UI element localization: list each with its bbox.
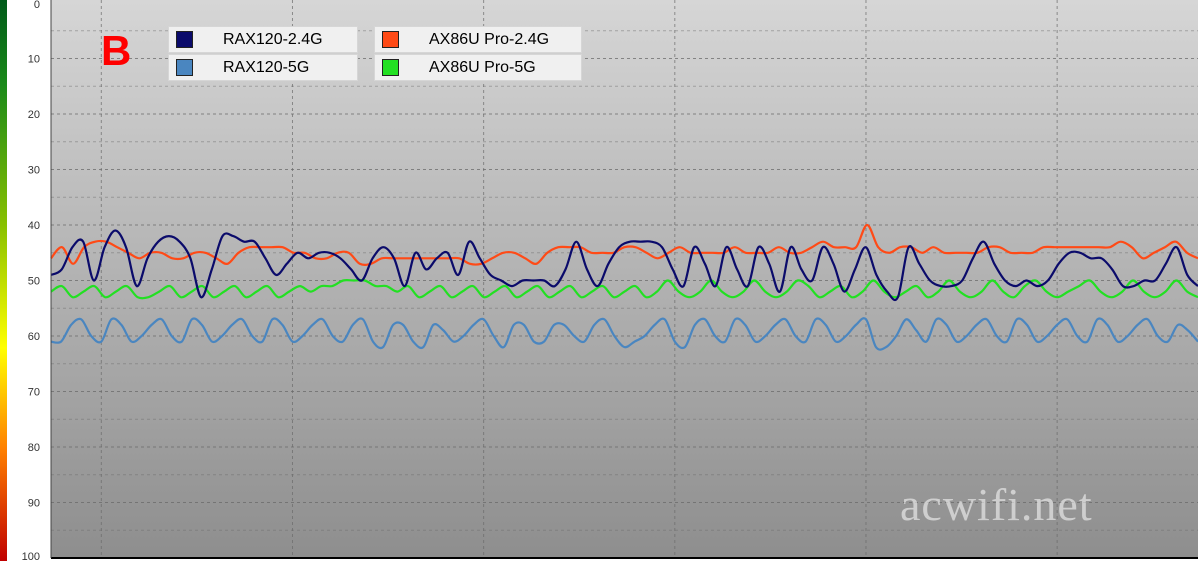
legend-swatch-ax86u-24g <box>382 31 399 48</box>
legend-item-rax120-24g: RAX120-2.4G <box>168 26 358 53</box>
chart-legend: RAX120-2.4G RAX120-5G AX86U Pro-2.4G AX8… <box>168 26 588 82</box>
y-tick-label: 10 <box>28 54 40 66</box>
legend-label-ax86u-5g: AX86U Pro-5G <box>429 58 536 76</box>
y-tick-label: 90 <box>28 498 40 510</box>
signal-strength-chart: 0 10 20 30 40 50 60 70 80 90 100 <box>0 0 1198 561</box>
y-tick-label: 40 <box>28 220 40 232</box>
color-scale-bar <box>0 0 7 561</box>
y-tick-label: 80 <box>28 442 40 454</box>
legend-label-rax120-24g: RAX120-2.4G <box>223 30 323 48</box>
y-tick-label: 70 <box>28 387 40 399</box>
legend-item-ax86u-24g: AX86U Pro-2.4G <box>374 26 582 53</box>
legend-item-rax120-5g: RAX120-5G <box>168 54 358 81</box>
y-tick-label: 30 <box>28 165 40 177</box>
watermark: acwifi.net <box>900 479 1093 530</box>
legend-swatch-ax86u-5g <box>382 59 399 76</box>
legend-item-ax86u-5g: AX86U Pro-5G <box>374 54 582 81</box>
chart-stage: 0 10 20 30 40 50 60 70 80 90 100 B RAX120-2.4G RAX… <box>0 0 1198 561</box>
y-tick-label: 20 <box>28 109 40 121</box>
y-tick-label: 60 <box>28 331 40 343</box>
legend-label-rax120-5g: RAX120-5G <box>223 58 310 76</box>
y-tick-label: 50 <box>28 276 40 288</box>
legend-swatch-rax120-5g <box>176 59 193 76</box>
legend-label-ax86u-24g: AX86U Pro-2.4G <box>429 30 550 48</box>
y-tick-label: 0 <box>34 0 40 11</box>
y-tick-label: 100 <box>22 551 40 561</box>
panel-label: B <box>101 27 132 74</box>
legend-swatch-rax120-24g <box>176 31 193 48</box>
